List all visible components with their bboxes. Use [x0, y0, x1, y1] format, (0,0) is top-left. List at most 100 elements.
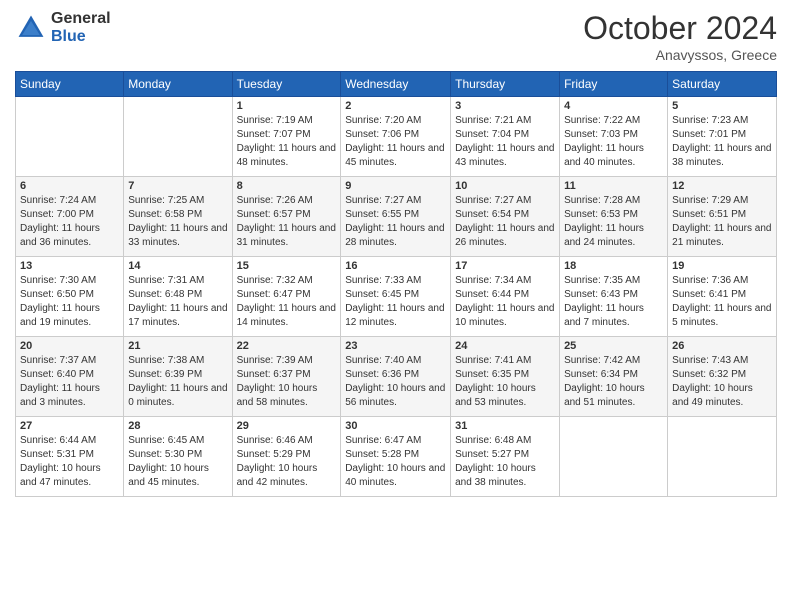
- header-row: Sunday Monday Tuesday Wednesday Thursday…: [16, 72, 777, 97]
- calendar-week-3: 20 Sunrise: 7:37 AMSunset: 6:40 PMDayligh…: [16, 337, 777, 417]
- calendar-cell: 8Sunrise: 7:26 AMSunset: 6:57 PMDaylight…: [232, 177, 341, 257]
- calendar-cell: 20 Sunrise: 7:37 AMSunset: 6:40 PMDayligh…: [16, 337, 124, 417]
- calendar-cell: 21 Sunrise: 7:38 AMSunset: 6:39 PMDayligh…: [124, 337, 232, 417]
- cell-info: Sunrise: 7:23 AMSunset: 7:01 PMDaylight:…: [672, 114, 772, 170]
- col-thursday: Thursday: [451, 72, 560, 97]
- cell-info: Sunrise: 7:29 AMSunset: 6:51 PMDaylight:…: [672, 194, 772, 250]
- logo-general-text: General: [51, 10, 111, 28]
- location: Anavyssos, Greece: [583, 47, 777, 63]
- day-number: 21: [128, 340, 227, 352]
- calendar-cell: [16, 97, 124, 177]
- calendar-cell: 9 Sunrise: 7:27 AMSunset: 6:55 PMDaylight…: [341, 177, 451, 257]
- calendar-cell: 29Sunrise: 6:46 AMSunset: 5:29 PMDayligh…: [232, 417, 341, 497]
- day-number: 20: [20, 340, 119, 352]
- day-number: 14: [128, 260, 227, 272]
- day-number: 31: [455, 420, 555, 432]
- month-title: October 2024: [583, 10, 777, 47]
- cell-info: Sunrise: 7:42 AMSunset: 6:34 PMDaylight:…: [564, 354, 663, 410]
- calendar-cell: 2Sunrise: 7:20 AMSunset: 7:06 PMDaylight…: [341, 97, 451, 177]
- day-number: 28: [128, 420, 227, 432]
- col-saturday: Saturday: [668, 72, 777, 97]
- day-number: 25: [564, 340, 663, 352]
- calendar-cell: 18 Sunrise: 7:35 AMSunset: 6:43 PMDayligh…: [560, 257, 668, 337]
- day-number: 27: [20, 420, 119, 432]
- cell-info: Sunrise: 6:48 AMSunset: 5:27 PMDaylight:…: [455, 434, 555, 490]
- calendar-cell: 15Sunrise: 7:32 AMSunset: 6:47 PMDayligh…: [232, 257, 341, 337]
- calendar-cell: [124, 97, 232, 177]
- cell-info: Sunrise: 7:24 AMSunset: 7:00 PMDaylight:…: [20, 194, 119, 250]
- day-number: 29: [237, 420, 337, 432]
- day-number: 3: [455, 100, 555, 112]
- day-number: 9: [345, 180, 446, 192]
- cell-info: Sunrise: 7:21 AMSunset: 7:04 PMDaylight:…: [455, 114, 555, 170]
- header: General Blue October 2024 Anavyssos, Gre…: [15, 10, 777, 63]
- logo: General Blue: [15, 10, 111, 45]
- day-number: 23: [345, 340, 446, 352]
- day-number: 12: [672, 180, 772, 192]
- day-number: 13: [20, 260, 119, 272]
- calendar-body: 1Sunrise: 7:19 AMSunset: 7:07 PMDaylight…: [16, 97, 777, 497]
- cell-info: Sunrise: 7:28 AMSunset: 6:53 PMDaylight:…: [564, 194, 663, 250]
- day-number: 17: [455, 260, 555, 272]
- col-wednesday: Wednesday: [341, 72, 451, 97]
- calendar-cell: 1Sunrise: 7:19 AMSunset: 7:07 PMDaylight…: [232, 97, 341, 177]
- calendar-cell: 25 Sunrise: 7:42 AMSunset: 6:34 PMDayligh…: [560, 337, 668, 417]
- calendar-week-0: 1Sunrise: 7:19 AMSunset: 7:07 PMDaylight…: [16, 97, 777, 177]
- logo-icon: [15, 12, 47, 44]
- col-monday: Monday: [124, 72, 232, 97]
- calendar-cell: [668, 417, 777, 497]
- calendar-cell: 12 Sunrise: 7:29 AMSunset: 6:51 PMDayligh…: [668, 177, 777, 257]
- calendar-cell: 24Sunrise: 7:41 AMSunset: 6:35 PMDayligh…: [451, 337, 560, 417]
- calendar-cell: 16Sunrise: 7:33 AMSunset: 6:45 PMDayligh…: [341, 257, 451, 337]
- calendar-week-4: 27Sunrise: 6:44 AMSunset: 5:31 PMDayligh…: [16, 417, 777, 497]
- cell-info: Sunrise: 6:47 AMSunset: 5:28 PMDaylight:…: [345, 434, 446, 490]
- day-number: 11: [564, 180, 663, 192]
- day-number: 6: [20, 180, 119, 192]
- calendar-table: Sunday Monday Tuesday Wednesday Thursday…: [15, 71, 777, 497]
- col-tuesday: Tuesday: [232, 72, 341, 97]
- cell-info: Sunrise: 7:31 AMSunset: 6:48 PMDaylight:…: [128, 274, 227, 330]
- cell-info: Sunrise: 7:26 AMSunset: 6:57 PMDaylight:…: [237, 194, 337, 250]
- calendar-cell: 6 Sunrise: 7:24 AMSunset: 7:00 PMDaylight…: [16, 177, 124, 257]
- day-number: 10: [455, 180, 555, 192]
- cell-info: Sunrise: 7:37 AMSunset: 6:40 PMDaylight:…: [20, 354, 119, 410]
- cell-info: Sunrise: 7:35 AMSunset: 6:43 PMDaylight:…: [564, 274, 663, 330]
- day-number: 18: [564, 260, 663, 272]
- calendar-cell: 13Sunrise: 7:30 AMSunset: 6:50 PMDayligh…: [16, 257, 124, 337]
- logo-blue-text: Blue: [51, 28, 111, 46]
- calendar-cell: 23 Sunrise: 7:40 AMSunset: 6:36 PMDayligh…: [341, 337, 451, 417]
- title-block: October 2024 Anavyssos, Greece: [583, 10, 777, 63]
- day-number: 4: [564, 100, 663, 112]
- day-number: 26: [672, 340, 772, 352]
- col-sunday: Sunday: [16, 72, 124, 97]
- cell-info: Sunrise: 7:36 AMSunset: 6:41 PMDaylight:…: [672, 274, 772, 330]
- day-number: 22: [237, 340, 337, 352]
- calendar-cell: 17 Sunrise: 7:34 AMSunset: 6:44 PMDayligh…: [451, 257, 560, 337]
- day-number: 1: [237, 100, 337, 112]
- calendar-header: Sunday Monday Tuesday Wednesday Thursday…: [16, 72, 777, 97]
- calendar-cell: 7Sunrise: 7:25 AMSunset: 6:58 PMDaylight…: [124, 177, 232, 257]
- cell-info: Sunrise: 7:27 AMSunset: 6:55 PMDaylight:…: [345, 194, 446, 250]
- day-number: 7: [128, 180, 227, 192]
- calendar-week-1: 6 Sunrise: 7:24 AMSunset: 7:00 PMDaylight…: [16, 177, 777, 257]
- calendar-cell: 19 Sunrise: 7:36 AMSunset: 6:41 PMDayligh…: [668, 257, 777, 337]
- day-number: 2: [345, 100, 446, 112]
- day-number: 16: [345, 260, 446, 272]
- calendar-cell: [560, 417, 668, 497]
- calendar-cell: 5 Sunrise: 7:23 AMSunset: 7:01 PMDaylight…: [668, 97, 777, 177]
- calendar-cell: 26Sunrise: 7:43 AMSunset: 6:32 PMDayligh…: [668, 337, 777, 417]
- cell-info: Sunrise: 7:34 AMSunset: 6:44 PMDaylight:…: [455, 274, 555, 330]
- calendar-cell: 30Sunrise: 6:47 AMSunset: 5:28 PMDayligh…: [341, 417, 451, 497]
- day-number: 5: [672, 100, 772, 112]
- cell-info: Sunrise: 7:27 AMSunset: 6:54 PMDaylight:…: [455, 194, 555, 250]
- cell-info: Sunrise: 7:41 AMSunset: 6:35 PMDaylight:…: [455, 354, 555, 410]
- day-number: 19: [672, 260, 772, 272]
- calendar-week-2: 13Sunrise: 7:30 AMSunset: 6:50 PMDayligh…: [16, 257, 777, 337]
- page: General Blue October 2024 Anavyssos, Gre…: [0, 0, 792, 612]
- calendar-cell: 31 Sunrise: 6:48 AMSunset: 5:27 PMDayligh…: [451, 417, 560, 497]
- cell-info: Sunrise: 7:38 AMSunset: 6:39 PMDaylight:…: [128, 354, 227, 410]
- cell-info: Sunrise: 6:45 AMSunset: 5:30 PMDaylight:…: [128, 434, 227, 490]
- cell-info: Sunrise: 7:22 AMSunset: 7:03 PMDaylight:…: [564, 114, 663, 170]
- cell-info: Sunrise: 7:40 AMSunset: 6:36 PMDaylight:…: [345, 354, 446, 410]
- col-friday: Friday: [560, 72, 668, 97]
